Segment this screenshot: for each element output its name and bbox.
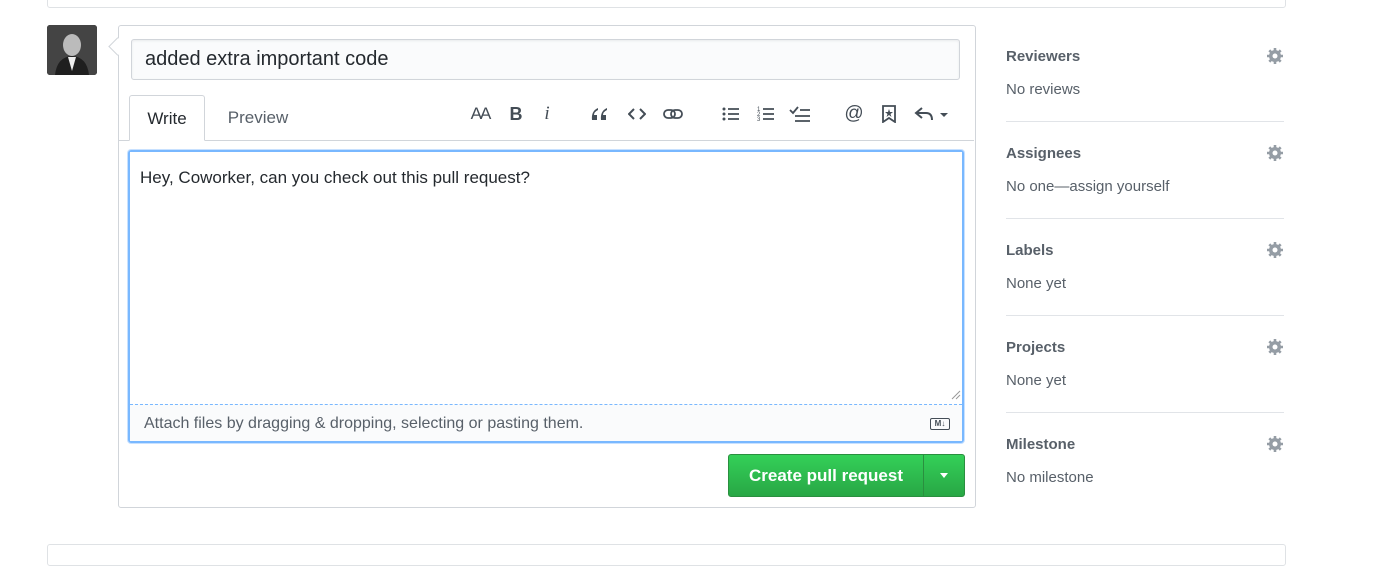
sidebar-assignees: Assignees No one—assign yourself xyxy=(1006,122,1284,219)
next-box xyxy=(47,544,1286,566)
link-icon[interactable] xyxy=(659,100,687,128)
markdown-icon[interactable]: M↓ xyxy=(930,418,950,430)
chevron-down-icon xyxy=(940,473,948,478)
assignees-heading[interactable]: Assignees xyxy=(1006,145,1081,162)
milestone-gear-icon[interactable] xyxy=(1266,435,1284,453)
attach-hint: Attach files by dragging & dropping, sel… xyxy=(144,415,584,432)
code-icon[interactable] xyxy=(623,100,651,128)
text-size-glyph: AA xyxy=(470,104,492,123)
italic-icon[interactable]: i xyxy=(533,100,561,128)
sidebar-reviewers: Reviewers No reviews xyxy=(1006,25,1284,122)
tab-preview[interactable]: Preview xyxy=(214,95,302,141)
labels-value: None yet xyxy=(1006,275,1067,292)
assignees-value: No one—assign yourself xyxy=(1006,178,1169,195)
resize-handle[interactable] xyxy=(951,390,961,400)
reviewers-value: No reviews xyxy=(1006,81,1081,98)
assignees-gear-icon[interactable] xyxy=(1266,144,1284,162)
mention-icon[interactable]: @ xyxy=(840,100,868,128)
comment-body-textarea[interactable]: Hey, Coworker, can you check out this pu… xyxy=(130,152,962,404)
create-options-dropdown[interactable] xyxy=(923,455,964,496)
assign-yourself-link[interactable]: assign yourself xyxy=(1069,178,1169,195)
reviewers-heading[interactable]: Reviewers xyxy=(1006,48,1080,65)
mention-glyph: @ xyxy=(844,103,864,124)
italic-glyph: i xyxy=(544,103,550,124)
milestone-value: No milestone xyxy=(1006,469,1094,486)
assignees-none: No one— xyxy=(1006,178,1070,195)
labels-gear-icon[interactable] xyxy=(1266,241,1284,259)
reply-icon[interactable] xyxy=(913,100,951,128)
projects-value: None yet xyxy=(1006,372,1067,389)
file-attach-bar[interactable]: Attach files by dragging & dropping, sel… xyxy=(130,404,962,441)
create-pull-request-button[interactable]: Create pull request xyxy=(729,455,923,496)
text-size-icon[interactable]: AA xyxy=(466,100,494,128)
projects-gear-icon[interactable] xyxy=(1266,338,1284,356)
unordered-list-icon[interactable] xyxy=(717,100,745,128)
ordered-list-icon[interactable]: 123 xyxy=(752,100,780,128)
bold-icon[interactable]: B xyxy=(502,100,530,128)
sidebar-projects: Projects None yet xyxy=(1006,316,1284,413)
avatar-image xyxy=(47,25,97,75)
tab-write[interactable]: Write xyxy=(129,95,205,141)
projects-heading[interactable]: Projects xyxy=(1006,339,1065,356)
task-list-icon[interactable] xyxy=(786,100,814,128)
previous-box xyxy=(47,0,1286,8)
quote-icon[interactable] xyxy=(585,100,613,128)
svg-text:3: 3 xyxy=(757,117,761,123)
comment-body-field: Hey, Coworker, can you check out this pu… xyxy=(128,150,964,443)
milestone-heading[interactable]: Milestone xyxy=(1006,436,1075,453)
bold-glyph: B xyxy=(509,103,523,124)
reviewers-gear-icon[interactable] xyxy=(1266,47,1284,65)
saved-reply-icon[interactable] xyxy=(875,100,903,128)
create-pr-button-group: Create pull request xyxy=(728,454,965,497)
labels-heading[interactable]: Labels xyxy=(1006,242,1054,259)
pr-title-input[interactable] xyxy=(131,39,960,80)
user-avatar[interactable] xyxy=(47,25,97,75)
sidebar-labels: Labels None yet xyxy=(1006,219,1284,316)
sidebar-milestone: Milestone No milestone xyxy=(1006,413,1284,510)
